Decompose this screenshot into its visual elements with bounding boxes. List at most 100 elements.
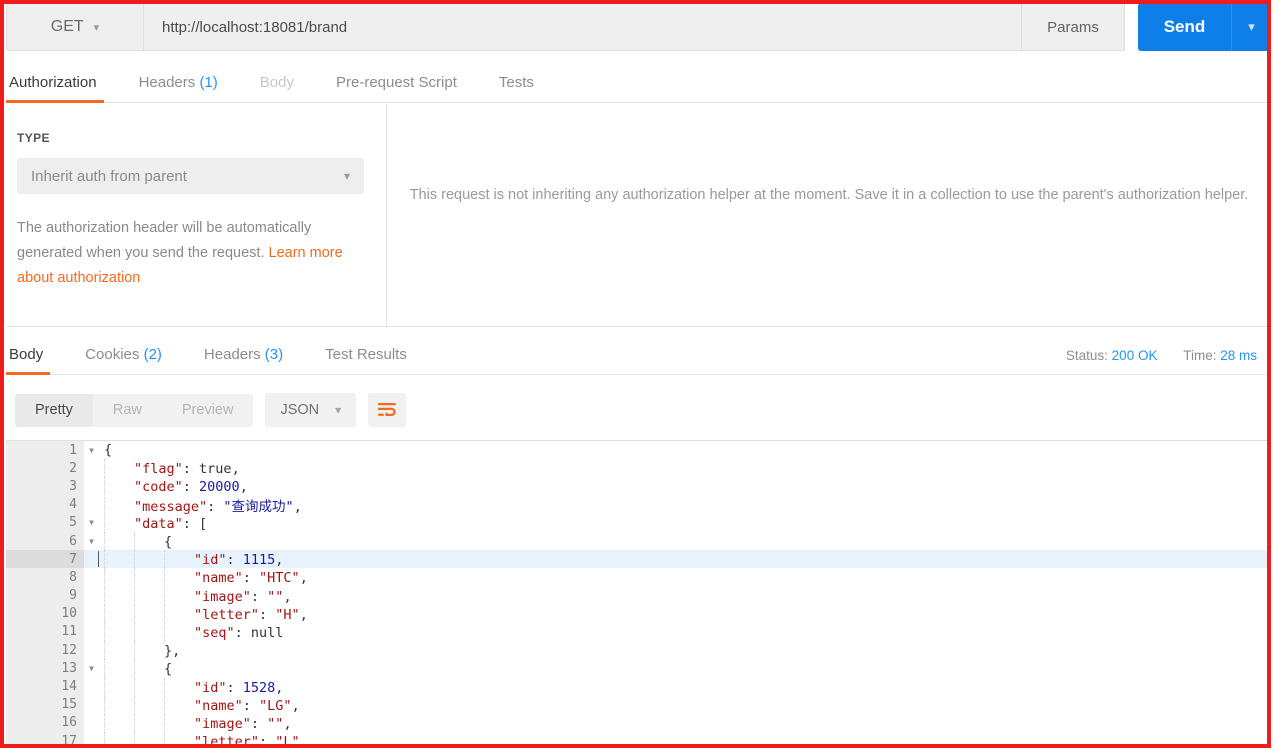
code-token: , bbox=[299, 734, 308, 744]
code-token: : bbox=[226, 679, 243, 696]
response-tab-cookies-label: Cookies bbox=[85, 346, 140, 363]
response-tab-headers[interactable]: Headers (3) bbox=[183, 346, 304, 374]
auth-type-label: TYPE bbox=[17, 131, 50, 145]
tab-body-label: Body bbox=[259, 74, 294, 91]
tab-tests[interactable]: Tests bbox=[478, 74, 555, 102]
response-tab-test-results[interactable]: Test Results bbox=[304, 346, 428, 374]
code-line: 6 ▼ { bbox=[6, 531, 1271, 551]
indent-guide bbox=[134, 622, 164, 641]
indent-guide bbox=[164, 677, 194, 696]
indent-guide bbox=[164, 695, 194, 714]
response-tab-cookies-count: (2) bbox=[143, 346, 162, 363]
code-line: 10 "letter": "H", bbox=[6, 604, 1271, 623]
view-mode-raw[interactable]: Raw bbox=[93, 394, 162, 427]
tab-pre-request-script[interactable]: Pre-request Script bbox=[315, 74, 478, 102]
tab-authorization[interactable]: Authorization bbox=[6, 74, 118, 103]
line-number: 9 bbox=[6, 586, 84, 605]
code-line-text: "id": 1115, bbox=[84, 550, 283, 569]
send-button[interactable]: Send bbox=[1138, 3, 1231, 51]
indent-guide bbox=[134, 604, 164, 623]
authorization-panel: TYPE Inherit auth from parent ▾ The auth… bbox=[6, 104, 1271, 326]
auth-type-select[interactable]: Inherit auth from parent ▾ bbox=[17, 158, 364, 194]
code-line-text: { bbox=[84, 659, 172, 678]
code-token: [ bbox=[199, 515, 208, 532]
response-meta: Status: 200 OK Time: 28 ms bbox=[1066, 348, 1257, 363]
time-label: Time: bbox=[1183, 348, 1217, 363]
code-token: "flag" bbox=[134, 461, 183, 478]
request-url-bar: GET ▾ http://localhost:18081/brand Param… bbox=[6, 3, 1271, 51]
auth-info-column: This request is not inheriting any autho… bbox=[387, 104, 1271, 326]
tab-headers-count: (1) bbox=[199, 74, 218, 91]
indent-guide bbox=[164, 550, 194, 569]
view-mode-pretty[interactable]: Pretty bbox=[15, 393, 93, 427]
view-mode-preview[interactable]: Preview bbox=[162, 394, 254, 427]
tab-headers[interactable]: Headers (1) bbox=[118, 74, 239, 102]
indent-guide bbox=[104, 496, 134, 515]
code-line-text: "letter": "L", bbox=[84, 732, 308, 744]
code-line-text: { bbox=[84, 442, 112, 458]
code-line: 14 "id": 1528, bbox=[6, 677, 1271, 696]
http-method-selector[interactable]: GET ▾ bbox=[6, 3, 144, 51]
code-token: "name" bbox=[194, 697, 243, 714]
code-token: "HTC" bbox=[259, 570, 300, 587]
indent-guide bbox=[134, 532, 164, 551]
code-token: , bbox=[283, 715, 292, 732]
code-line-text: "seq": null bbox=[84, 622, 284, 641]
code-token: , bbox=[299, 606, 308, 623]
auth-description-text: The authorization header will be automat… bbox=[17, 220, 312, 261]
code-line-text: "image": "", bbox=[84, 586, 292, 605]
line-number: 13 ▼ bbox=[6, 659, 94, 678]
code-line: 15 "name": "LG", bbox=[6, 695, 1271, 714]
code-token: null bbox=[250, 624, 284, 641]
code-token: { bbox=[104, 442, 113, 459]
status-label: Status: bbox=[1065, 348, 1108, 363]
indent-guide bbox=[164, 713, 194, 732]
send-options-chevron-down-icon[interactable]: ▾ bbox=[1231, 3, 1271, 51]
tab-tests-label: Tests bbox=[498, 74, 534, 91]
line-number: 5 ▼ bbox=[6, 513, 94, 532]
code-token: , bbox=[283, 588, 292, 605]
code-line-text: "name": "HTC", bbox=[84, 568, 308, 587]
line-number: 4 bbox=[6, 495, 84, 514]
tab-body[interactable]: Body bbox=[239, 74, 315, 102]
indent-guide bbox=[134, 550, 164, 569]
response-tabs: Body Cookies (2) Headers (3) Test Result… bbox=[6, 334, 1271, 375]
word-wrap-toggle[interactable] bbox=[368, 393, 407, 427]
code-token: : bbox=[250, 715, 268, 732]
indent-guide bbox=[104, 695, 134, 714]
code-token: , bbox=[299, 570, 308, 587]
line-number: 8 bbox=[6, 568, 84, 587]
indent-guide bbox=[104, 568, 134, 587]
response-tab-test-results-label: Test Results bbox=[325, 346, 407, 363]
url-input[interactable]: http://localhost:18081/brand bbox=[144, 3, 1022, 51]
response-body-viewer[interactable]: 1 ▼{2 "flag": true, 3 "code": 20000, 4 "messag… bbox=[6, 440, 1271, 744]
json-code-lines: 1 ▼{2 "flag": true, 3 "code": 20000, 4 "messag… bbox=[6, 441, 1271, 744]
indent-guide bbox=[104, 677, 134, 696]
indent-guide bbox=[104, 513, 134, 532]
code-token: : bbox=[259, 606, 276, 623]
request-tabs: Authorization Headers (1) Body Pre-reque… bbox=[6, 61, 1271, 103]
response-tab-body[interactable]: Body bbox=[6, 346, 64, 375]
params-button[interactable]: Params bbox=[1022, 3, 1125, 51]
response-divider bbox=[6, 326, 1271, 327]
indent-guide bbox=[164, 586, 194, 605]
code-line: 1 ▼ { bbox=[6, 441, 1271, 460]
url-text: http://localhost:18081/brand bbox=[162, 18, 348, 36]
response-tab-headers-label: Headers bbox=[203, 346, 261, 363]
tab-headers-label: Headers bbox=[138, 74, 196, 91]
code-token: : bbox=[207, 498, 224, 515]
code-line-text: "image": "", bbox=[84, 713, 292, 732]
code-token: "letter" bbox=[194, 734, 260, 744]
tab-pre-request-script-label: Pre-request Script bbox=[335, 74, 457, 91]
code-token: 20000 bbox=[199, 479, 240, 496]
response-tab-cookies[interactable]: Cookies (2) bbox=[64, 346, 183, 374]
code-token: : bbox=[242, 697, 260, 714]
code-token: : bbox=[242, 570, 260, 587]
response-format-select[interactable]: JSON ▾ bbox=[265, 393, 357, 427]
code-token: "id" bbox=[194, 679, 227, 696]
indent-guide bbox=[134, 677, 164, 696]
code-line: 9 "image": "", bbox=[6, 586, 1271, 605]
line-number: 14 bbox=[6, 677, 84, 696]
code-line: 4 "message": "查询成功", bbox=[6, 495, 1271, 515]
indent-guide bbox=[104, 586, 134, 605]
